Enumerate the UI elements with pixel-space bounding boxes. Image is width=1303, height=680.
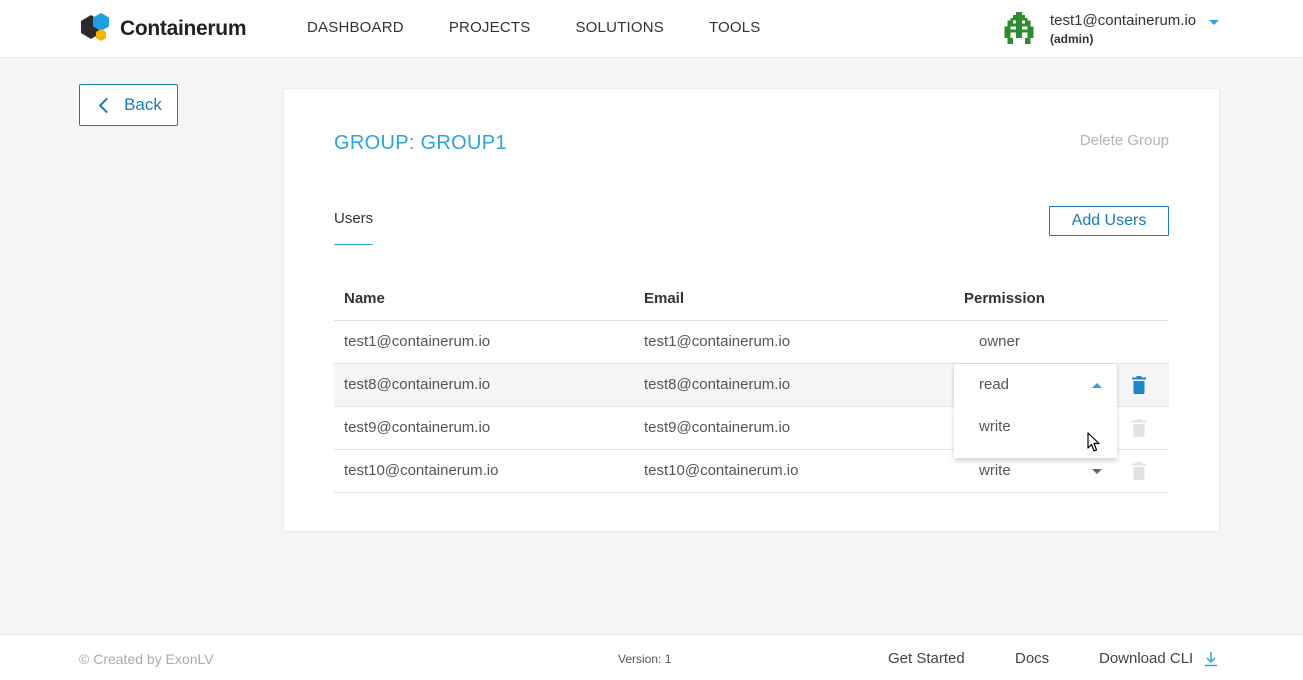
column-header-name: Name [344,290,385,307]
table-row: test8@containerum.io test8@containerum.i… [334,364,1169,458]
user-email-cell: test1@containerum.io [644,333,791,350]
footer-link-docs[interactable]: Docs [1015,650,1049,667]
nav-solutions[interactable]: SOLUTIONS [575,19,663,36]
footer-link-download-cli[interactable]: Download CLI [1099,650,1193,667]
user-name: test1@containerum.io [344,333,491,350]
user-name: test10@containerum.io [344,462,499,479]
logo[interactable]: Containerum [79,13,247,45]
table-row: test1@containerum.io test1@containerum.i… [334,321,1169,364]
permission-option-write[interactable]: write [979,418,1011,435]
top-header: Containerum DASHBOARD PROJECTS SOLUTIONS… [0,0,1303,58]
chevron-left-icon [98,97,115,113]
table-header: Name Email Permission [334,279,1169,321]
trash-icon[interactable] [1132,462,1146,480]
nav-dashboard[interactable]: DASHBOARD [307,19,404,36]
column-header-email: Email [644,290,685,307]
delete-group-button[interactable]: Delete Group [1080,132,1169,149]
users-table: Name Email Permission test1@containerum.… [334,279,1169,493]
page-title: GROUP: GROUP1 [334,132,507,154]
main-nav: DASHBOARD PROJECTS SOLUTIONS TOOLS [307,19,806,36]
logo-text: Containerum [120,17,247,40]
trash-icon[interactable] [1132,376,1146,394]
permission-select-value[interactable]: write [979,462,1011,479]
mouse-cursor-icon [1087,432,1100,452]
user-role: (admin) [1050,32,1094,46]
copyright-text: © Created by ExonLV [79,651,214,667]
permission-selected-value: read [979,376,1010,393]
user-email-cell: test8@containerum.io [644,376,791,393]
back-button[interactable]: Back [79,84,178,126]
permission-value: owner [979,333,1020,350]
back-button-label: Back [124,95,162,114]
containerum-logo-icon [81,13,109,41]
user-menu-caret-icon[interactable] [1209,20,1219,25]
trash-icon[interactable] [1132,419,1146,437]
user-avatar-icon[interactable] [1004,12,1034,44]
user-email-cell: test10@containerum.io [644,462,799,479]
user-name: test9@containerum.io [344,419,491,436]
user-name: test8@containerum.io [344,376,491,393]
tab-users[interactable]: Users [334,210,373,227]
nav-projects[interactable]: PROJECTS [449,19,531,36]
download-icon[interactable] [1204,651,1218,667]
caret-up-icon[interactable] [1092,383,1102,388]
version-text: Version: 1 [618,652,672,666]
group-card: GROUP: GROUP1 Delete Group Users Add Use… [284,89,1219,531]
footer-link-get-started[interactable]: Get Started [888,650,965,667]
column-header-permission: Permission [964,290,1045,307]
footer: © Created by ExonLV Version: 1 Get Start… [0,634,1303,680]
nav-tools[interactable]: TOOLS [709,19,761,36]
tab-active-indicator [334,244,373,245]
add-users-button[interactable]: Add Users [1049,206,1169,236]
caret-down-icon[interactable] [1092,469,1102,474]
user-email-cell: test9@containerum.io [644,419,791,436]
user-email[interactable]: test1@containerum.io [1050,12,1196,29]
